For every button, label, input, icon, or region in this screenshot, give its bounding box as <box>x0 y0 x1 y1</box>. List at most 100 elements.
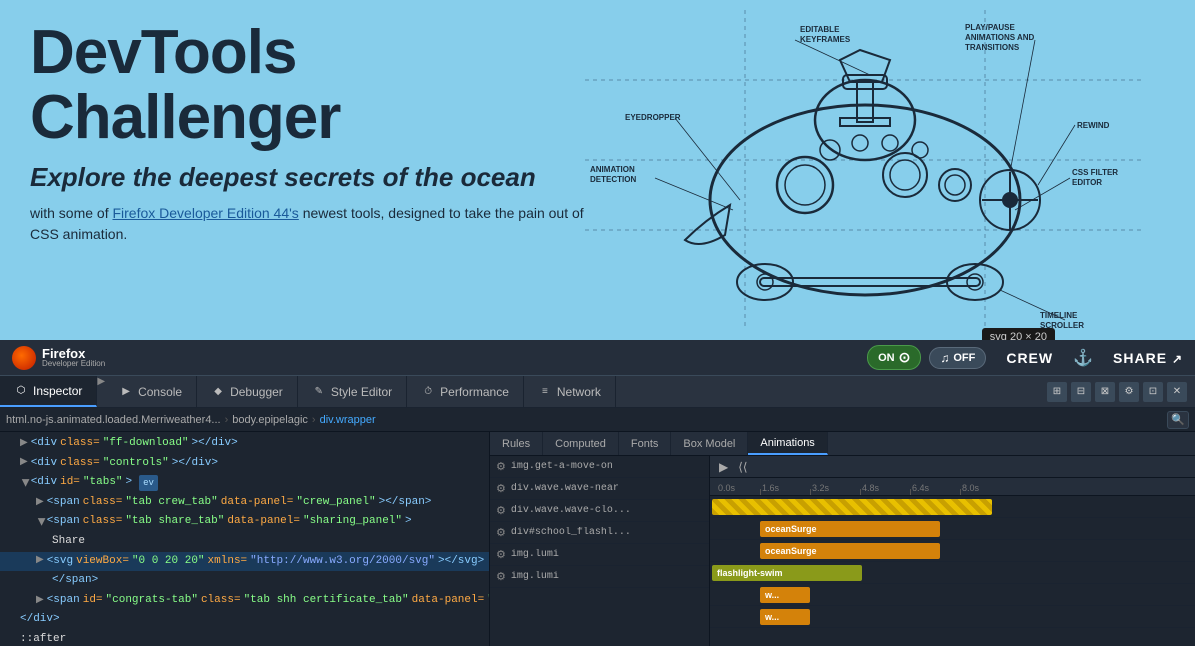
tab-debugger[interactable]: ◆ Debugger <box>197 376 298 407</box>
tab-rules[interactable]: Rules <box>490 432 543 455</box>
track-2: oceanSurge <box>710 518 1195 540</box>
anim-selector-6: img.lumi <box>511 571 703 582</box>
arrow-9[interactable]: ▶ <box>36 593 44 609</box>
html-line-7[interactable]: ▶ <svg viewBox="0 0 20 20" xmlns="http:/… <box>0 552 489 572</box>
style-editor-icon: ✎ <box>312 385 326 399</box>
anim-item-3[interactable]: ⚙ div.wave.wave-clo... <box>490 500 709 522</box>
tab-network[interactable]: ≡ Network <box>524 376 616 407</box>
layout-button[interactable]: ⊟ <box>1071 382 1091 402</box>
html-line-5[interactable]: ▶ <span class="tab share_tab" data-panel… <box>0 512 489 532</box>
tab-computed[interactable]: Computed <box>543 432 619 455</box>
gear-icon-4[interactable]: ⚙ <box>496 526 506 539</box>
ruler-mark-2: 3.2s <box>812 483 829 493</box>
anim-item-1[interactable]: ⚙ img.get-a-move-on <box>490 456 709 478</box>
track-3: oceanSurge <box>710 540 1195 562</box>
gear-icon-3[interactable]: ⚙ <box>496 504 506 517</box>
share-icon: ↗ <box>1172 352 1183 366</box>
close-button[interactable]: ✕ <box>1167 382 1187 402</box>
arrow-3[interactable]: ▶ <box>16 479 32 487</box>
svg-text:EDITOR: EDITOR <box>1072 178 1102 187</box>
anim-item-6[interactable]: ⚙ img.lumi <box>490 566 709 588</box>
music-icon: ♫ <box>940 351 949 365</box>
right-panels: Rules Computed Fonts Box Model Animation… <box>490 432 1195 646</box>
html-line-3[interactable]: ▶ <div id="tabs"> ev <box>0 473 489 493</box>
title-line1: DevTools Challenger <box>30 18 340 152</box>
inspector-icon: ⬡ <box>14 384 28 398</box>
html-line-4[interactable]: ▶ <span class="tab crew_tab" data-panel=… <box>0 493 489 513</box>
toggle-off-button[interactable]: ♫ OFF <box>929 347 986 369</box>
track-1 <box>710 496 1195 518</box>
crew-button[interactable]: CREW <box>1006 350 1053 366</box>
html-line-1[interactable]: ▶ <div class="ff-download"></div> <box>0 434 489 454</box>
page-title: DevTools Challenger <box>30 20 610 150</box>
firefox-logo[interactable]: Firefox Developer Edition <box>0 340 117 375</box>
timeline-panel: ▶ ⟨⟨ 0.0s 1.6s 3.2s 4.8s 6.4s <box>710 456 1195 646</box>
gear-icon-2[interactable]: ⚙ <box>496 482 506 495</box>
ev-badge-1[interactable]: ev <box>139 475 158 491</box>
rules-tabs: Rules Computed Fonts Box Model Animation… <box>490 432 1195 456</box>
anim-item-2[interactable]: ⚙ div.wave.wave-near <box>490 478 709 500</box>
svg-text:ANIMATION: ANIMATION <box>590 165 635 174</box>
tab-box-model[interactable]: Box Model <box>671 432 748 455</box>
anim-selector-4: div#school_flashl... <box>511 527 703 538</box>
arrow-7[interactable]: ▶ <box>36 553 44 569</box>
ruler-mark-4: 6.4s <box>912 483 929 493</box>
tab-inspector[interactable]: ⬡ Inspector <box>0 376 97 407</box>
tab-style-editor[interactable]: ✎ Style Editor <box>298 376 407 407</box>
track-4: flashlight-swim <box>710 562 1195 584</box>
console-icon: ▶ <box>119 385 133 399</box>
firefox-link[interactable]: Firefox Developer Edition 44's <box>112 205 298 221</box>
anim-bar-3[interactable]: oceanSurge <box>760 543 940 559</box>
dock-button[interactable]: ⊡ <box>1143 382 1163 402</box>
firefox-icon <box>12 346 36 370</box>
breadcrumb-body[interactable]: body.epipelagic <box>232 414 308 426</box>
svg-text:SCROLLER: SCROLLER <box>1040 321 1084 330</box>
anim-bar-5[interactable]: w... <box>760 587 810 603</box>
settings-button[interactable]: ⚙ <box>1119 382 1139 402</box>
tab-console[interactable]: ▶ Console <box>105 376 197 407</box>
svg-text:TRANSITIONS: TRANSITIONS <box>965 43 1020 52</box>
anim-bar-1[interactable] <box>712 499 992 515</box>
breadcrumb-sep-2: › <box>312 414 316 426</box>
arrow-5[interactable]: ▶ <box>32 518 48 526</box>
search-button[interactable]: 🔍 <box>1167 411 1189 429</box>
arrow-4[interactable]: ▶ <box>36 495 44 511</box>
anim-item-5[interactable]: ⚙ img.lumi <box>490 544 709 566</box>
anim-bar-2[interactable]: oceanSurge <box>760 521 940 537</box>
page-description: with some of Firefox Developer Edition 4… <box>30 203 610 245</box>
rewind-button[interactable]: ⟨⟨ <box>735 460 750 474</box>
anim-selector-2: div.wave.wave-near <box>511 483 703 494</box>
network-icon: ≡ <box>538 385 552 399</box>
html-line-2[interactable]: ▶ <div class="controls"></div> <box>0 454 489 474</box>
breadcrumb-div[interactable]: div.wrapper <box>320 414 376 426</box>
arrow-2[interactable]: ▶ <box>20 455 28 471</box>
gear-icon-1[interactable]: ⚙ <box>496 460 506 473</box>
split-button[interactable]: ⊠ <box>1095 382 1115 402</box>
tab-debugger-label: Debugger <box>230 385 283 399</box>
arrow-1[interactable]: ▶ <box>20 436 28 452</box>
html-panel: ▶ <div class="ff-download"></div> ▶ <div… <box>0 432 490 646</box>
gear-icon-6[interactable]: ⚙ <box>496 570 506 583</box>
submarine-illustration: EDITABLE KEYFRAMES PLAY/PAUSE ANIMATIONS… <box>585 10 1145 330</box>
anim-bar-6[interactable]: w... <box>760 609 810 625</box>
tab-fonts[interactable]: Fonts <box>619 432 672 455</box>
html-line-11: ::after <box>0 630 489 646</box>
tab-performance[interactable]: ⏱ Performance <box>407 376 524 407</box>
svg-text:TIMELINE: TIMELINE <box>1040 311 1078 320</box>
anim-item-4[interactable]: ⚙ div#school_flashl... <box>490 522 709 544</box>
tab-network-label: Network <box>557 385 601 399</box>
svg-text:ANIMATIONS AND: ANIMATIONS AND <box>965 33 1035 42</box>
tab-animations[interactable]: Animations <box>748 432 827 455</box>
play-button[interactable]: ▶ <box>716 460 731 474</box>
debugger-icon: ◆ <box>211 385 225 399</box>
share-button[interactable]: SHARE ↗ <box>1113 350 1183 366</box>
html-line-9[interactable]: ▶ <span id="congrats-tab" class="tab shh… <box>0 591 489 611</box>
toggle-on-button[interactable]: ON ⊙ <box>867 345 921 370</box>
page-content: DevTools Challenger Explore the deepest … <box>0 0 1195 340</box>
firefox-brand: Firefox Developer Edition <box>42 347 105 368</box>
svg-text:DETECTION: DETECTION <box>590 175 636 184</box>
responsive-button[interactable]: ⊞ <box>1047 382 1067 402</box>
breadcrumb-html[interactable]: html.no-js.animated.loaded.Merriweather4… <box>6 414 221 426</box>
anim-bar-4[interactable]: flashlight-swim <box>712 565 862 581</box>
gear-icon-5[interactable]: ⚙ <box>496 548 506 561</box>
